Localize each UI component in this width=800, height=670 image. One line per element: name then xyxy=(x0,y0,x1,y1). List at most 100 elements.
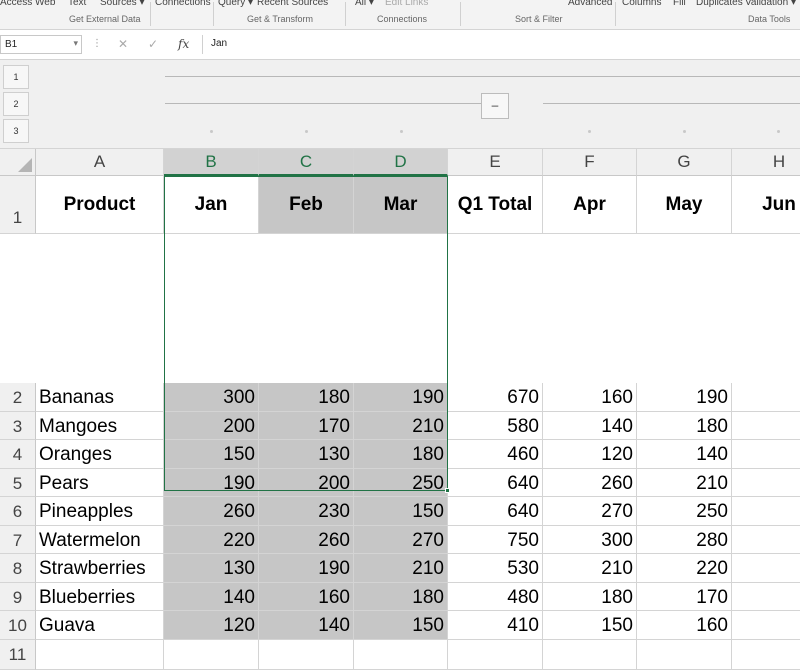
cell-d7[interactable]: 270 xyxy=(354,526,448,554)
cell-g10[interactable]: 160 xyxy=(637,611,732,640)
column-header-g[interactable]: G xyxy=(637,149,732,176)
column-header-d[interactable]: D xyxy=(354,149,448,176)
row-header-5[interactable]: 5 xyxy=(0,469,36,497)
formula-bar-grip-icon[interactable]: ⋮ xyxy=(92,38,102,49)
cell-b2[interactable]: 300 xyxy=(164,383,259,412)
cell-c9[interactable]: 160 xyxy=(259,583,354,611)
cell-a10[interactable]: Guava xyxy=(36,611,164,640)
cell-d11[interactable] xyxy=(354,640,448,670)
row-header-9[interactable]: 9 xyxy=(0,583,36,611)
cell-g7[interactable]: 280 xyxy=(637,526,732,554)
cell-g1[interactable]: May xyxy=(637,176,732,234)
cell-g2[interactable]: 190 xyxy=(637,383,732,412)
cell-f7[interactable]: 300 xyxy=(543,526,637,554)
row-header-4[interactable]: 4 xyxy=(0,440,36,469)
row-header-10[interactable]: 10 xyxy=(0,611,36,640)
cell-h11[interactable] xyxy=(732,640,800,670)
name-box[interactable]: B1 ▾ xyxy=(0,35,82,54)
cell-h7[interactable]: 2 xyxy=(732,526,800,554)
cell-g11[interactable] xyxy=(637,640,732,670)
cell-a4[interactable]: Oranges xyxy=(36,440,164,469)
cell-d3[interactable]: 210 xyxy=(354,412,448,440)
cell-e10[interactable]: 410 xyxy=(448,611,543,640)
cell-f5[interactable]: 260 xyxy=(543,469,637,497)
ribbon-edit-links[interactable]: Edit Links xyxy=(385,0,428,8)
cell-g9[interactable]: 170 xyxy=(637,583,732,611)
ribbon-query[interactable]: Query ▾ xyxy=(218,0,253,8)
ribbon-sources[interactable]: Sources ▾ xyxy=(100,0,144,8)
cell-h5[interactable]: 2 xyxy=(732,469,800,497)
cell-f8[interactable]: 210 xyxy=(543,554,637,583)
cell-f11[interactable] xyxy=(543,640,637,670)
ribbon-text-to-columns[interactable]: Columns xyxy=(622,0,661,8)
cell-c8[interactable]: 190 xyxy=(259,554,354,583)
cell-e8[interactable]: 530 xyxy=(448,554,543,583)
cell-h2[interactable]: 2 xyxy=(732,383,800,412)
ribbon-text[interactable]: Text xyxy=(68,0,86,8)
ribbon-recent-sources[interactable]: Recent Sources xyxy=(257,0,328,8)
cell-b10[interactable]: 120 xyxy=(164,611,259,640)
cell-h1[interactable]: Jun xyxy=(732,176,800,234)
row-header-7[interactable]: 7 xyxy=(0,526,36,554)
ribbon-flash-fill[interactable]: Fill xyxy=(673,0,686,8)
enter-icon[interactable]: ✓ xyxy=(148,37,158,51)
column-header-e[interactable]: E xyxy=(448,149,543,176)
cell-e3[interactable]: 580 xyxy=(448,412,543,440)
cell-h4[interactable]: 1 xyxy=(732,440,800,469)
cell-e9[interactable]: 480 xyxy=(448,583,543,611)
select-all-button[interactable] xyxy=(0,149,36,176)
cell-a8[interactable]: Strawberries xyxy=(36,554,164,583)
cell-b4[interactable]: 150 xyxy=(164,440,259,469)
cell-b9[interactable]: 140 xyxy=(164,583,259,611)
column-header-b[interactable]: B xyxy=(164,149,259,176)
cell-b5[interactable]: 190 xyxy=(164,469,259,497)
ribbon-data-validation[interactable]: Validation ▾ xyxy=(745,0,796,8)
cell-h3[interactable]: 1 xyxy=(732,412,800,440)
column-header-c[interactable]: C xyxy=(259,149,354,176)
cell-g5[interactable]: 210 xyxy=(637,469,732,497)
cell-e4[interactable]: 460 xyxy=(448,440,543,469)
ribbon-web[interactable]: Web xyxy=(35,0,55,8)
cell-d9[interactable]: 180 xyxy=(354,583,448,611)
cell-c4[interactable]: 130 xyxy=(259,440,354,469)
ribbon-access[interactable]: Access xyxy=(0,0,32,8)
cell-b6[interactable]: 260 xyxy=(164,497,259,526)
row-header-11[interactable]: 11 xyxy=(0,640,36,670)
cell-h6[interactable]: 2 xyxy=(732,497,800,526)
cell-f2[interactable]: 160 xyxy=(543,383,637,412)
formula-input[interactable]: Jan xyxy=(202,35,800,54)
cell-d5[interactable]: 250 xyxy=(354,469,448,497)
cell-b1[interactable]: Jan xyxy=(164,176,259,234)
ribbon-advanced[interactable]: Advanced xyxy=(568,0,612,8)
collapse-group-button[interactable]: – xyxy=(481,93,509,119)
cell-a6[interactable]: Pineapples xyxy=(36,497,164,526)
cell-e5[interactable]: 640 xyxy=(448,469,543,497)
row-header-2[interactable]: 2 xyxy=(0,383,36,412)
cell-c7[interactable]: 260 xyxy=(259,526,354,554)
row-header-6[interactable]: 6 xyxy=(0,497,36,526)
cell-f6[interactable]: 270 xyxy=(543,497,637,526)
cell-c1[interactable]: Feb xyxy=(259,176,354,234)
cell-f4[interactable]: 120 xyxy=(543,440,637,469)
cell-c11[interactable] xyxy=(259,640,354,670)
cell-a9[interactable]: Blueberries xyxy=(36,583,164,611)
cell-a11[interactable] xyxy=(36,640,164,670)
ribbon-remove-duplicates[interactable]: Duplicates xyxy=(696,0,743,8)
column-header-f[interactable]: F xyxy=(543,149,637,176)
cell-e2[interactable]: 670 xyxy=(448,383,543,412)
cell-d10[interactable]: 150 xyxy=(354,611,448,640)
row-header-8[interactable]: 8 xyxy=(0,554,36,583)
cell-g4[interactable]: 140 xyxy=(637,440,732,469)
cell-c3[interactable]: 170 xyxy=(259,412,354,440)
cell-e7[interactable]: 750 xyxy=(448,526,543,554)
cell-c10[interactable]: 140 xyxy=(259,611,354,640)
row-header-1[interactable]: 1 xyxy=(0,176,36,234)
ribbon-connections[interactable]: Connections xyxy=(155,0,211,8)
cell-h8[interactable]: 2 xyxy=(732,554,800,583)
cell-e1[interactable]: Q1 Total xyxy=(448,176,543,234)
outline-level-2-button[interactable]: 2 xyxy=(3,92,29,116)
cell-c5[interactable]: 200 xyxy=(259,469,354,497)
cell-c6[interactable]: 230 xyxy=(259,497,354,526)
cell-g3[interactable]: 180 xyxy=(637,412,732,440)
cell-f1[interactable]: Apr xyxy=(543,176,637,234)
